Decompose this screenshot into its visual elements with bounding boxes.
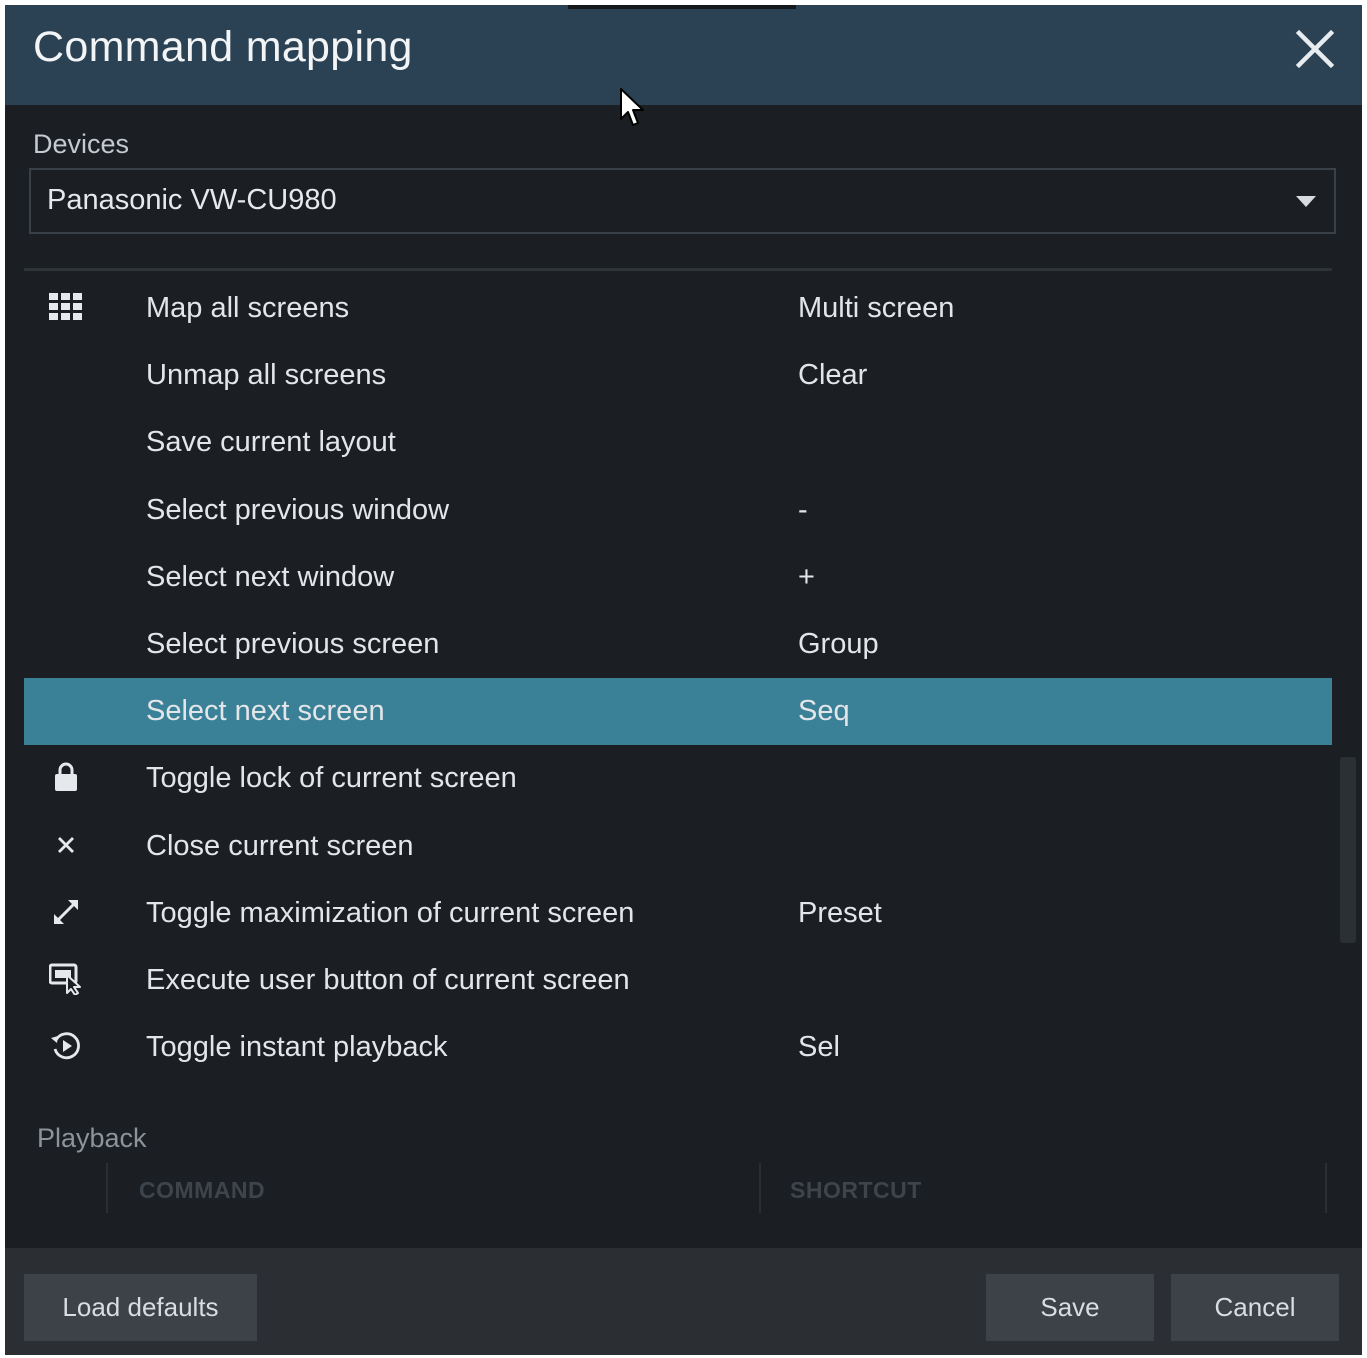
command-row-close-current-screen[interactable]: Close current screen — [24, 813, 1332, 880]
playback-section-label: Playback — [37, 1123, 147, 1153]
shortcut-label: + — [798, 560, 815, 593]
scrollbar-thumb[interactable] — [1340, 757, 1356, 943]
command-row-map-all-screens[interactable]: Map all screens Multi screen — [24, 275, 1332, 342]
dialog-footer: Load defaults Save Cancel — [5, 1248, 1362, 1355]
shortcut-label: Preset — [798, 896, 882, 929]
shortcut-label: - — [798, 493, 808, 526]
command-row-toggle-maximization[interactable]: Toggle maximization of current screen Pr… — [24, 880, 1332, 947]
title-bar-accent — [568, 5, 796, 9]
command-row-select-next-window[interactable]: Select next window + — [24, 544, 1332, 611]
shortcut-label: Multi screen — [798, 292, 955, 324]
command-row-select-next-screen[interactable]: Select next screen Seq — [24, 678, 1332, 746]
command-mapping-dialog: Command mapping Devices Panasonic VW-CU9… — [5, 5, 1362, 1355]
command-label: Unmap all screens — [146, 359, 387, 392]
divider — [24, 268, 1332, 271]
column-separator — [1325, 1163, 1327, 1213]
dialog-title: Command mapping — [33, 23, 413, 71]
command-label: Toggle lock of current screen — [146, 762, 517, 795]
command-label: Select previous window — [146, 493, 450, 526]
command-row-unmap-all-screens[interactable]: Unmap all screens Clear — [24, 342, 1332, 409]
command-label: Select next screen — [146, 695, 385, 728]
chevron-down-icon[interactable] — [1296, 196, 1316, 207]
command-list: Map all screens Multi screen Unmap all s… — [24, 275, 1332, 1081]
instant-playback-icon — [46, 1028, 86, 1064]
command-label: Toggle maximization of current screen — [146, 896, 635, 929]
column-header-command[interactable]: COMMAND — [139, 1177, 265, 1204]
command-label: Select next window — [146, 560, 395, 593]
command-row-select-previous-screen[interactable]: Select previous screen Group — [24, 611, 1332, 678]
command-row-execute-user-button[interactable]: Execute user button of current screen — [24, 947, 1332, 1014]
maximize-icon — [46, 894, 86, 930]
command-row-save-current-layout[interactable]: Save current layout — [24, 409, 1332, 476]
command-row-select-previous-window[interactable]: Select previous window - — [24, 477, 1332, 544]
devices-dropdown-value: Panasonic VW-CU980 — [47, 184, 337, 216]
column-header-shortcut[interactable]: SHORTCUT — [790, 1177, 922, 1204]
devices-dropdown[interactable]: Panasonic VW-CU980 — [29, 168, 1336, 234]
mouse-cursor-icon — [619, 87, 647, 131]
grid-icon — [46, 289, 86, 325]
command-label: Select previous screen — [146, 627, 440, 660]
load-defaults-button[interactable]: Load defaults — [24, 1274, 257, 1341]
command-row-toggle-lock[interactable]: Toggle lock of current screen — [24, 745, 1332, 812]
column-separator — [106, 1163, 108, 1213]
command-row-toggle-instant-playback[interactable]: Toggle instant playback Sel — [24, 1014, 1332, 1081]
user-button-icon — [46, 961, 86, 997]
command-label: Close current screen — [146, 829, 414, 862]
save-button[interactable]: Save — [986, 1274, 1154, 1341]
shortcut-label: Clear — [798, 359, 868, 392]
title-bar[interactable]: Command mapping — [5, 5, 1362, 105]
lock-icon — [46, 759, 86, 795]
command-label: Execute user button of current screen — [146, 963, 630, 996]
playback-table-header: COMMAND SHORTCUT — [5, 1163, 1362, 1213]
shortcut-label: Group — [798, 627, 879, 660]
command-label: Toggle instant playback — [146, 1031, 448, 1064]
close-icon[interactable] — [1291, 25, 1339, 73]
close-small-icon — [46, 827, 86, 863]
shortcut-label: Sel — [798, 1031, 840, 1064]
devices-label: Devices — [33, 129, 130, 159]
command-label: Map all screens — [146, 292, 350, 324]
cancel-button[interactable]: Cancel — [1171, 1274, 1339, 1341]
command-label: Save current layout — [146, 426, 396, 459]
column-separator — [759, 1163, 761, 1213]
shortcut-label: Seq — [798, 695, 850, 728]
